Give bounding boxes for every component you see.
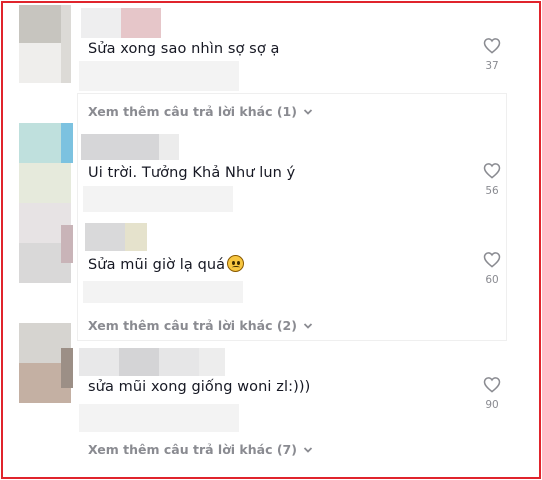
reply-panel-outline: [77, 93, 507, 341]
comment-text: Sửa xong sao nhìn sợ sợ ạ: [88, 41, 280, 57]
like-button[interactable]: 56: [477, 162, 507, 197]
heart-outline-icon: [483, 252, 501, 268]
like-count: 90: [485, 399, 499, 411]
chevron-down-icon: [303, 108, 313, 115]
view-more-replies-button[interactable]: Xem thêm câu trả lời khác (7): [88, 442, 313, 457]
like-count: 56: [485, 185, 499, 197]
like-count: 60: [485, 274, 499, 286]
view-more-replies-button[interactable]: Xem thêm câu trả lời khác (1): [88, 104, 313, 119]
comment-text: sửa mũi xong giống woni zl:))): [88, 379, 311, 395]
comment-list-panel: Sửa xong sao nhìn sợ sợ ạ 37 Xem thêm câ…: [1, 1, 541, 479]
comment-text: Sửa mũi giờ lạ quá: [88, 255, 245, 273]
view-more-replies-label: Xem thêm câu trả lời khác (7): [88, 442, 297, 457]
like-count: 37: [485, 60, 499, 72]
like-button[interactable]: 90: [477, 376, 507, 411]
comment-text: Ui trời. Tưởng Khả Như lun ý: [88, 165, 296, 181]
like-button[interactable]: 60: [477, 251, 507, 286]
heart-outline-icon: [483, 377, 501, 393]
view-more-replies-label: Xem thêm câu trả lời khác (2): [88, 318, 297, 333]
chevron-down-icon: [303, 446, 313, 453]
chevron-down-icon: [303, 322, 313, 329]
confused-face-emoji-icon: [227, 255, 245, 272]
comment-text-content: Sửa mũi giờ lạ quá: [88, 257, 226, 273]
like-button[interactable]: 37: [477, 37, 507, 72]
heart-outline-icon: [483, 38, 501, 54]
view-more-replies-button[interactable]: Xem thêm câu trả lời khác (2): [88, 318, 313, 333]
heart-outline-icon: [483, 163, 501, 179]
view-more-replies-label: Xem thêm câu trả lời khác (1): [88, 104, 297, 119]
